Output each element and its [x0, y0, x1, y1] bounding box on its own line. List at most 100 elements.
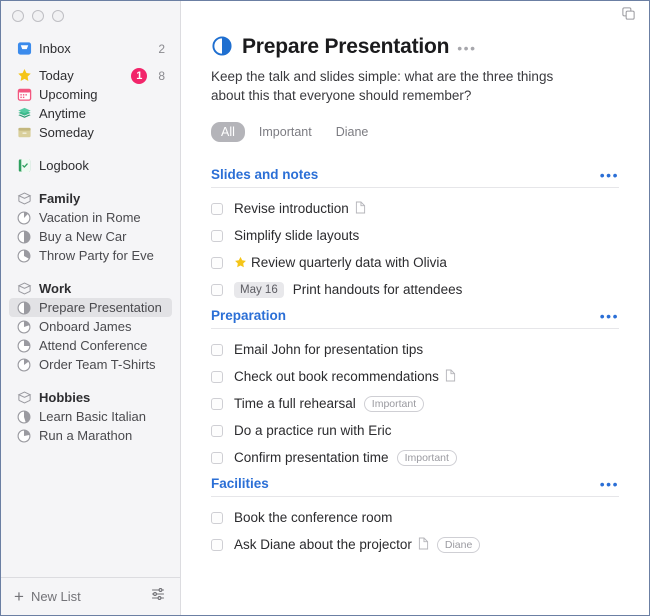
todo-item[interactable]: Check out book recommendations	[211, 365, 619, 388]
sidebar-item-label: Vacation in Rome	[39, 210, 165, 225]
todo-checkbox[interactable]	[211, 257, 223, 269]
project-progress-icon	[16, 319, 32, 335]
ellipsis-icon[interactable]: •••	[600, 309, 619, 323]
todo-checkbox[interactable]	[211, 425, 223, 437]
section-header: Preparation•••	[211, 308, 619, 329]
todo-title: Check out book recommendations	[234, 369, 439, 384]
sidebar-area-label: Family	[39, 191, 165, 206]
todo-item[interactable]: Confirm presentation time Important	[211, 446, 619, 469]
project-progress-icon	[16, 357, 32, 373]
sidebar-item-label: Onboard James	[39, 319, 165, 334]
todo-item[interactable]: Review quarterly data with Olivia	[211, 251, 619, 274]
area-gap	[1, 445, 180, 459]
due-date-badge[interactable]: May 16	[234, 282, 284, 298]
sidebar-item-buy-a-new-car[interactable]: Buy a New Car	[9, 227, 172, 246]
sidebar-item-someday[interactable]: Someday	[9, 123, 172, 142]
area-hexagon-icon	[16, 390, 32, 406]
duplicate-windows-icon[interactable]	[621, 6, 636, 26]
todo-title: Book the conference room	[234, 510, 392, 525]
filter-pill-diane[interactable]: Diane	[326, 122, 379, 142]
main-toolbar	[181, 1, 649, 31]
project-note[interactable]: Keep the talk and slides simple: what ar…	[211, 67, 583, 105]
close-button[interactable]	[12, 10, 24, 22]
sidebar-item-vacation-in-rome[interactable]: Vacation in Rome	[9, 208, 172, 227]
sidebar-scroll-area[interactable]: Inbox 2 Today 1 8	[1, 31, 180, 577]
sidebar-item-attend-conference[interactable]: Attend Conference	[9, 336, 172, 355]
sidebar-area-header-hobbies[interactable]: Hobbies	[9, 388, 172, 407]
todo-checkbox[interactable]	[211, 344, 223, 356]
section-title: Slides and notes	[211, 167, 318, 182]
todo-item[interactable]: Email John for presentation tips	[211, 338, 619, 361]
sidebar-item-label: Someday	[39, 125, 165, 140]
todo-item[interactable]: Book the conference room	[211, 506, 619, 529]
todo-label: Print handouts for attendees	[293, 282, 463, 297]
sidebar-item-run-a-marathon[interactable]: Run a Marathon	[9, 426, 172, 445]
ellipsis-icon[interactable]: •••	[457, 41, 476, 55]
todo-label: Time a full rehearsalImportant	[234, 396, 424, 412]
todo-checkbox[interactable]	[211, 284, 223, 296]
section-header: Slides and notes •••	[211, 167, 619, 188]
page-title: Prepare Presentation	[242, 36, 449, 57]
sidebar-item-label: Anytime	[39, 106, 165, 121]
tag-important[interactable]: Important	[364, 396, 424, 412]
sidebar-item-onboard-james[interactable]: Onboard James	[9, 317, 172, 336]
sidebar-item-label: Buy a New Car	[39, 229, 165, 244]
logbook-book-icon	[16, 158, 32, 174]
smart-lists-group: Inbox 2 Today 1 8	[1, 31, 180, 142]
sidebar-divider-gap	[1, 142, 180, 156]
sidebar-item-label: Upcoming	[39, 87, 165, 102]
sidebar-area-label: Hobbies	[39, 390, 165, 405]
zoom-button[interactable]	[52, 10, 64, 22]
todo-checkbox[interactable]	[211, 371, 223, 383]
todo-checkbox[interactable]	[211, 452, 223, 464]
tag-important[interactable]: Important	[397, 450, 457, 466]
project-progress-icon	[16, 210, 32, 226]
todo-item[interactable]: Time a full rehearsalImportant	[211, 392, 619, 415]
todo-checkbox[interactable]	[211, 398, 223, 410]
sidebar-area-header-work[interactable]: Work	[9, 279, 172, 298]
todo-item[interactable]: May 16 Print handouts for attendees	[211, 278, 619, 301]
sidebar-area-work: WorkPrepare Presentation Onboard James Att…	[1, 279, 180, 388]
sidebar-item-prepare-presentation[interactable]: Prepare Presentation	[9, 298, 172, 317]
todo-item[interactable]: Simplify slide layouts	[211, 224, 619, 247]
minimize-button[interactable]	[32, 10, 44, 22]
project-detail: Prepare Presentation ••• Keep the talk a…	[181, 35, 649, 556]
project-progress-icon	[16, 338, 32, 354]
sidebar-item-label: Inbox	[39, 41, 152, 56]
todo-checkbox[interactable]	[211, 203, 223, 215]
sidebar-item-order-team-t-shirts[interactable]: Order Team T-Shirts	[9, 355, 172, 374]
project-progress-icon[interactable]	[211, 35, 233, 57]
todo-checkbox[interactable]	[211, 512, 223, 524]
todo-item[interactable]: Do a practice run with Eric	[211, 419, 619, 442]
todo-title: Confirm presentation time	[234, 450, 389, 465]
sidebar-item-upcoming[interactable]: Upcoming	[9, 85, 172, 104]
sidebar-area-header-family[interactable]: Family	[9, 189, 172, 208]
section-items: Revise introduction Simplify slide layout…	[211, 188, 619, 301]
sidebar-item-inbox[interactable]: Inbox 2	[9, 39, 172, 58]
page-title-row: Prepare Presentation •••	[211, 35, 619, 57]
sidebar-item-today[interactable]: Today 1 8	[9, 66, 172, 85]
ellipsis-icon[interactable]: •••	[600, 168, 619, 182]
sidebar-footer: + New List	[1, 577, 180, 615]
todo-label: Confirm presentation time Important	[234, 450, 457, 466]
todo-item[interactable]: Ask Diane about the projectorDiane	[211, 533, 619, 556]
new-list-button[interactable]: + New List	[14, 588, 81, 605]
sidebar-item-logbook[interactable]: Logbook	[9, 156, 172, 175]
todo-item[interactable]: Revise introduction	[211, 197, 619, 220]
todo-checkbox[interactable]	[211, 230, 223, 242]
star-icon	[234, 256, 247, 269]
tag-diane[interactable]: Diane	[437, 537, 480, 553]
sidebar-item-anytime[interactable]: Anytime	[9, 104, 172, 123]
inbox-tray-icon	[16, 41, 32, 57]
filter-pill-important[interactable]: Important	[249, 122, 322, 142]
todo-checkbox[interactable]	[211, 539, 223, 551]
sidebar-item-throw-party-for-eve[interactable]: Throw Party for Eve	[9, 246, 172, 265]
sliders-settings-icon[interactable]	[150, 586, 166, 607]
ellipsis-icon[interactable]: •••	[600, 477, 619, 491]
sidebar-item-label: Logbook	[39, 158, 165, 173]
filter-pill-all[interactable]: All	[211, 122, 245, 142]
todo-label: Revise introduction	[234, 201, 366, 216]
project-progress-icon	[16, 229, 32, 245]
sidebar: Inbox 2 Today 1 8	[1, 1, 181, 615]
sidebar-item-learn-basic-italian[interactable]: Learn Basic Italian	[9, 407, 172, 426]
